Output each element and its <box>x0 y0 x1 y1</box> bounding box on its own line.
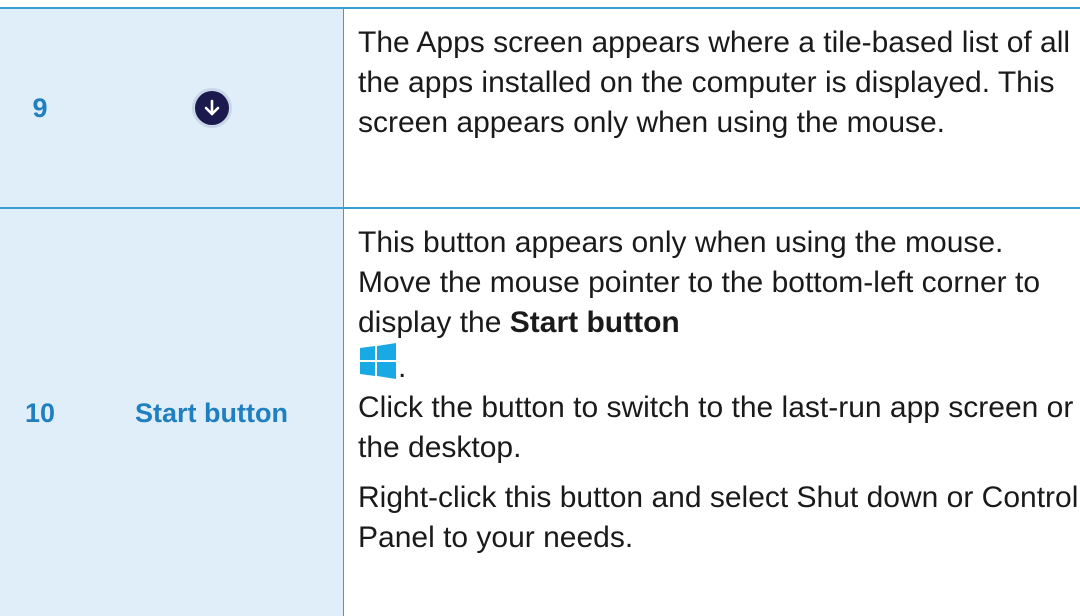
row-number: 9 <box>0 9 80 207</box>
start-button-label: Start button <box>509 306 680 339</box>
apps-down-arrow-icon <box>194 91 229 125</box>
table-row: 9 The Apps screen appears where a tile-b… <box>0 7 1080 207</box>
row-description: The Apps screen appears where a tile-bas… <box>343 9 1080 207</box>
row-icon-cell <box>80 9 343 207</box>
description-text-part: This button appears only when using the … <box>358 226 1041 339</box>
description-text: Right-click this button and select Shut … <box>358 481 1079 554</box>
description-text: The Apps screen appears where a tile-bas… <box>358 26 1071 139</box>
table-row: 10 Start button This button appears only… <box>0 207 1080 616</box>
row-number: 10 <box>0 209 80 616</box>
row-name: Start button <box>80 209 343 616</box>
windows-logo-icon <box>358 343 398 379</box>
description-text: This button appears only when using the … <box>358 223 1080 468</box>
row-description: This button appears only when using the … <box>343 209 1080 616</box>
feature-table: 9 The Apps screen appears where a tile-b… <box>0 0 1080 616</box>
description-text-part: Click the button to switch to the last-r… <box>358 391 1074 464</box>
description-period: . <box>398 351 407 384</box>
